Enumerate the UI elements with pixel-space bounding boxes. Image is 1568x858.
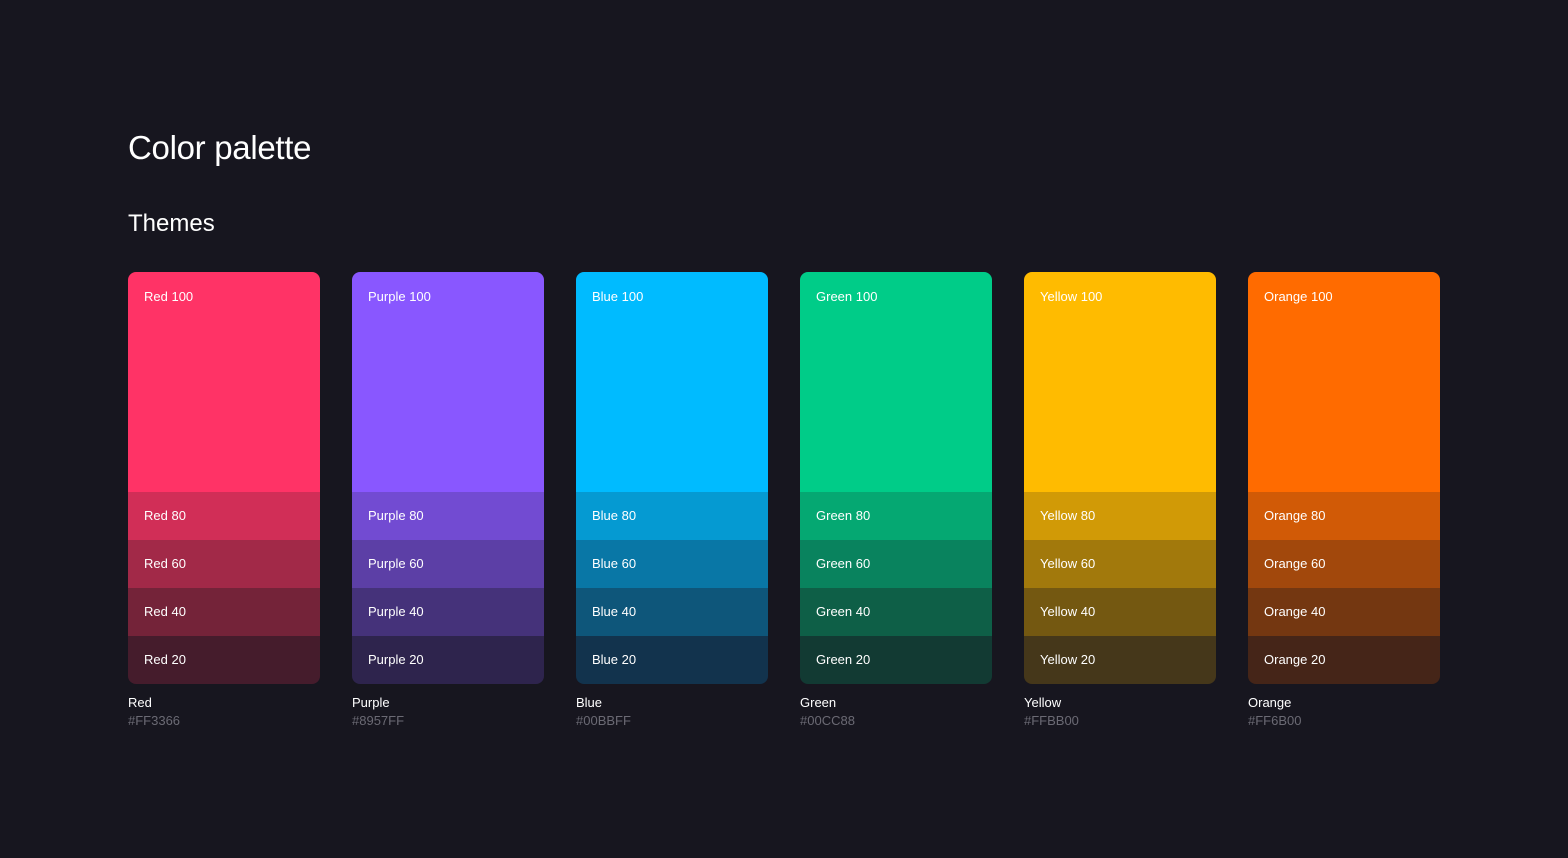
page-title: Color palette: [128, 129, 312, 166]
palette-hex-code: #00BBFF: [576, 713, 631, 728]
color-swatch[interactable]: Blue 20: [576, 636, 768, 684]
color-swatch[interactable]: Blue 100: [576, 272, 768, 492]
color-swatch[interactable]: Purple 40: [352, 588, 544, 636]
palette-name: Blue: [576, 695, 603, 710]
palette-green: Green 100 Green 80 Green 60 Green 40 Green 2…: [800, 272, 992, 729]
palette-card: Green 100 Green 80 Green 60 Green 40 Green 2…: [800, 272, 992, 684]
palette-purple: Purple 100 Purple 80 Purple 60 Purple 40 Pur…: [352, 272, 544, 729]
theme-palettes: Red 100 Red 80 Red 60 Red 40 Red 20 Red #FF336…: [128, 272, 1440, 729]
color-swatch[interactable]: Red 40: [128, 588, 320, 636]
palette-hex-code: #FF6B00: [1248, 713, 1302, 728]
color-swatch[interactable]: Green 60: [800, 540, 992, 588]
color-swatch[interactable]: Purple 100: [352, 272, 544, 492]
color-swatch[interactable]: Blue 40: [576, 588, 768, 636]
color-swatch[interactable]: Green 20: [800, 636, 992, 684]
palette-hex-code: #FF3366: [128, 713, 181, 728]
color-swatch[interactable]: Orange 20: [1248, 636, 1440, 684]
color-swatch[interactable]: Purple 20: [352, 636, 544, 684]
color-swatch[interactable]: Red 20: [128, 636, 320, 684]
color-swatch[interactable]: Green 40: [800, 588, 992, 636]
color-swatch[interactable]: Red 100: [128, 272, 320, 492]
color-swatch[interactable]: Orange 100: [1248, 272, 1440, 492]
palette-card: Purple 100 Purple 80 Purple 60 Purple 40 Pur…: [352, 272, 544, 684]
palette-name: Purple: [352, 695, 390, 710]
palette-card: Red 100 Red 80 Red 60 Red 40 Red 20: [128, 272, 320, 684]
color-swatch[interactable]: Blue 80: [576, 492, 768, 540]
color-swatch[interactable]: Yellow 80: [1024, 492, 1216, 540]
color-swatch[interactable]: Yellow 100: [1024, 272, 1216, 492]
color-swatch[interactable]: Yellow 60: [1024, 540, 1216, 588]
palette-name: Orange: [1248, 695, 1292, 710]
palette-yellow: Yellow 100 Yellow 80 Yellow 60 Yellow 40 Yel…: [1024, 272, 1216, 729]
palette-name: Red: [128, 695, 152, 710]
palette-card: Yellow 100 Yellow 80 Yellow 60 Yellow 40 Yel…: [1024, 272, 1216, 684]
section-title-themes: Themes: [128, 210, 215, 237]
palette-hex-code: #8957FF: [352, 713, 405, 728]
palette-orange: Orange 100 Orange 80 Orange 60 Orange 40 Ora…: [1248, 272, 1440, 729]
color-swatch[interactable]: Purple 60: [352, 540, 544, 588]
palette-red: Red 100 Red 80 Red 60 Red 40 Red 20 Red #FF336…: [128, 272, 320, 729]
color-swatch[interactable]: Green 100: [800, 272, 992, 492]
color-swatch[interactable]: Orange 40: [1248, 588, 1440, 636]
color-swatch[interactable]: Purple 80: [352, 492, 544, 540]
color-swatch[interactable]: Red 60: [128, 540, 320, 588]
color-swatch[interactable]: Yellow 20: [1024, 636, 1216, 684]
palette-hex-code: #FFBB00: [1024, 713, 1079, 728]
color-swatch[interactable]: Green 80: [800, 492, 992, 540]
palette-card: Orange 100 Orange 80 Orange 60 Orange 40 Ora…: [1248, 272, 1440, 684]
color-swatch[interactable]: Blue 60: [576, 540, 768, 588]
color-swatch[interactable]: Orange 60: [1248, 540, 1440, 588]
palette-name: Yellow: [1024, 695, 1062, 710]
palette-name: Green: [800, 695, 837, 710]
palette-hex-code: #00CC88: [800, 713, 855, 728]
palette-card: Blue 100 Blue 80 Blue 60 Blue 40 Blue 20: [576, 272, 768, 684]
palette-blue: Blue 100 Blue 80 Blue 60 Blue 40 Blue 20 Blue…: [576, 272, 768, 729]
color-swatch[interactable]: Orange 80: [1248, 492, 1440, 540]
color-swatch[interactable]: Yellow 40: [1024, 588, 1216, 636]
color-swatch[interactable]: Red 80: [128, 492, 320, 540]
